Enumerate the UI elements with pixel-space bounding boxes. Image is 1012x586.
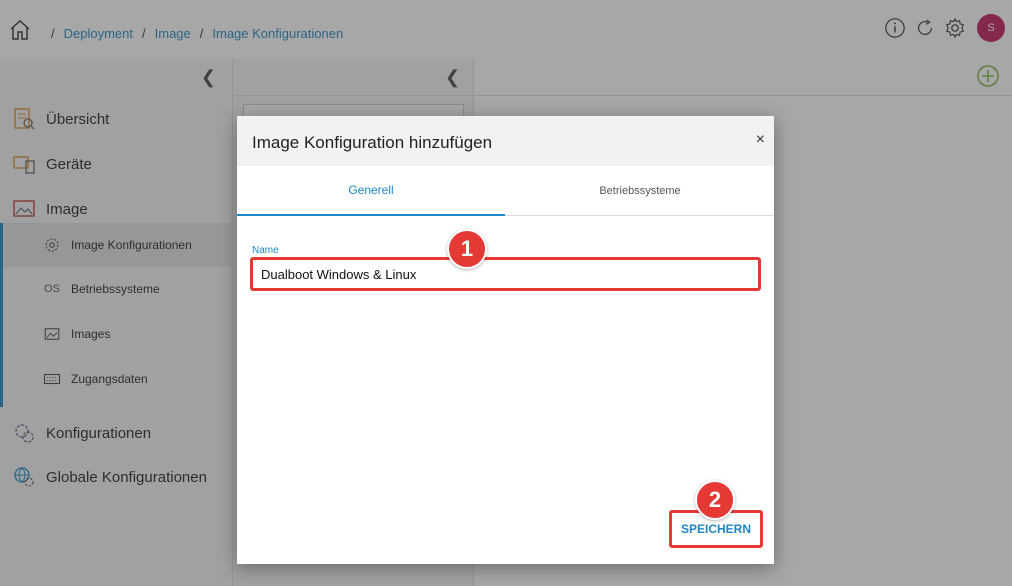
dialog-tabs: Generell Betriebssysteme	[237, 166, 774, 216]
step-badge-2: 2	[695, 480, 735, 520]
tab-generell[interactable]: Generell	[237, 166, 505, 216]
name-field-label: Name	[252, 245, 279, 256]
tab-betriebssysteme[interactable]: Betriebssysteme	[506, 166, 774, 216]
dialog-title: Image Konfiguration hinzufügen	[252, 133, 493, 152]
add-image-config-dialog: Image Konfiguration hinzufügen × Generel…	[237, 116, 774, 564]
name-input[interactable]	[253, 260, 758, 288]
save-button[interactable]: SPEICHERN	[681, 522, 751, 536]
name-field-highlight	[250, 257, 761, 291]
close-icon[interactable]: ×	[756, 131, 765, 149]
step-badge-1: 1	[447, 229, 487, 269]
dialog-header: Image Konfiguration hinzufügen ×	[237, 116, 774, 166]
